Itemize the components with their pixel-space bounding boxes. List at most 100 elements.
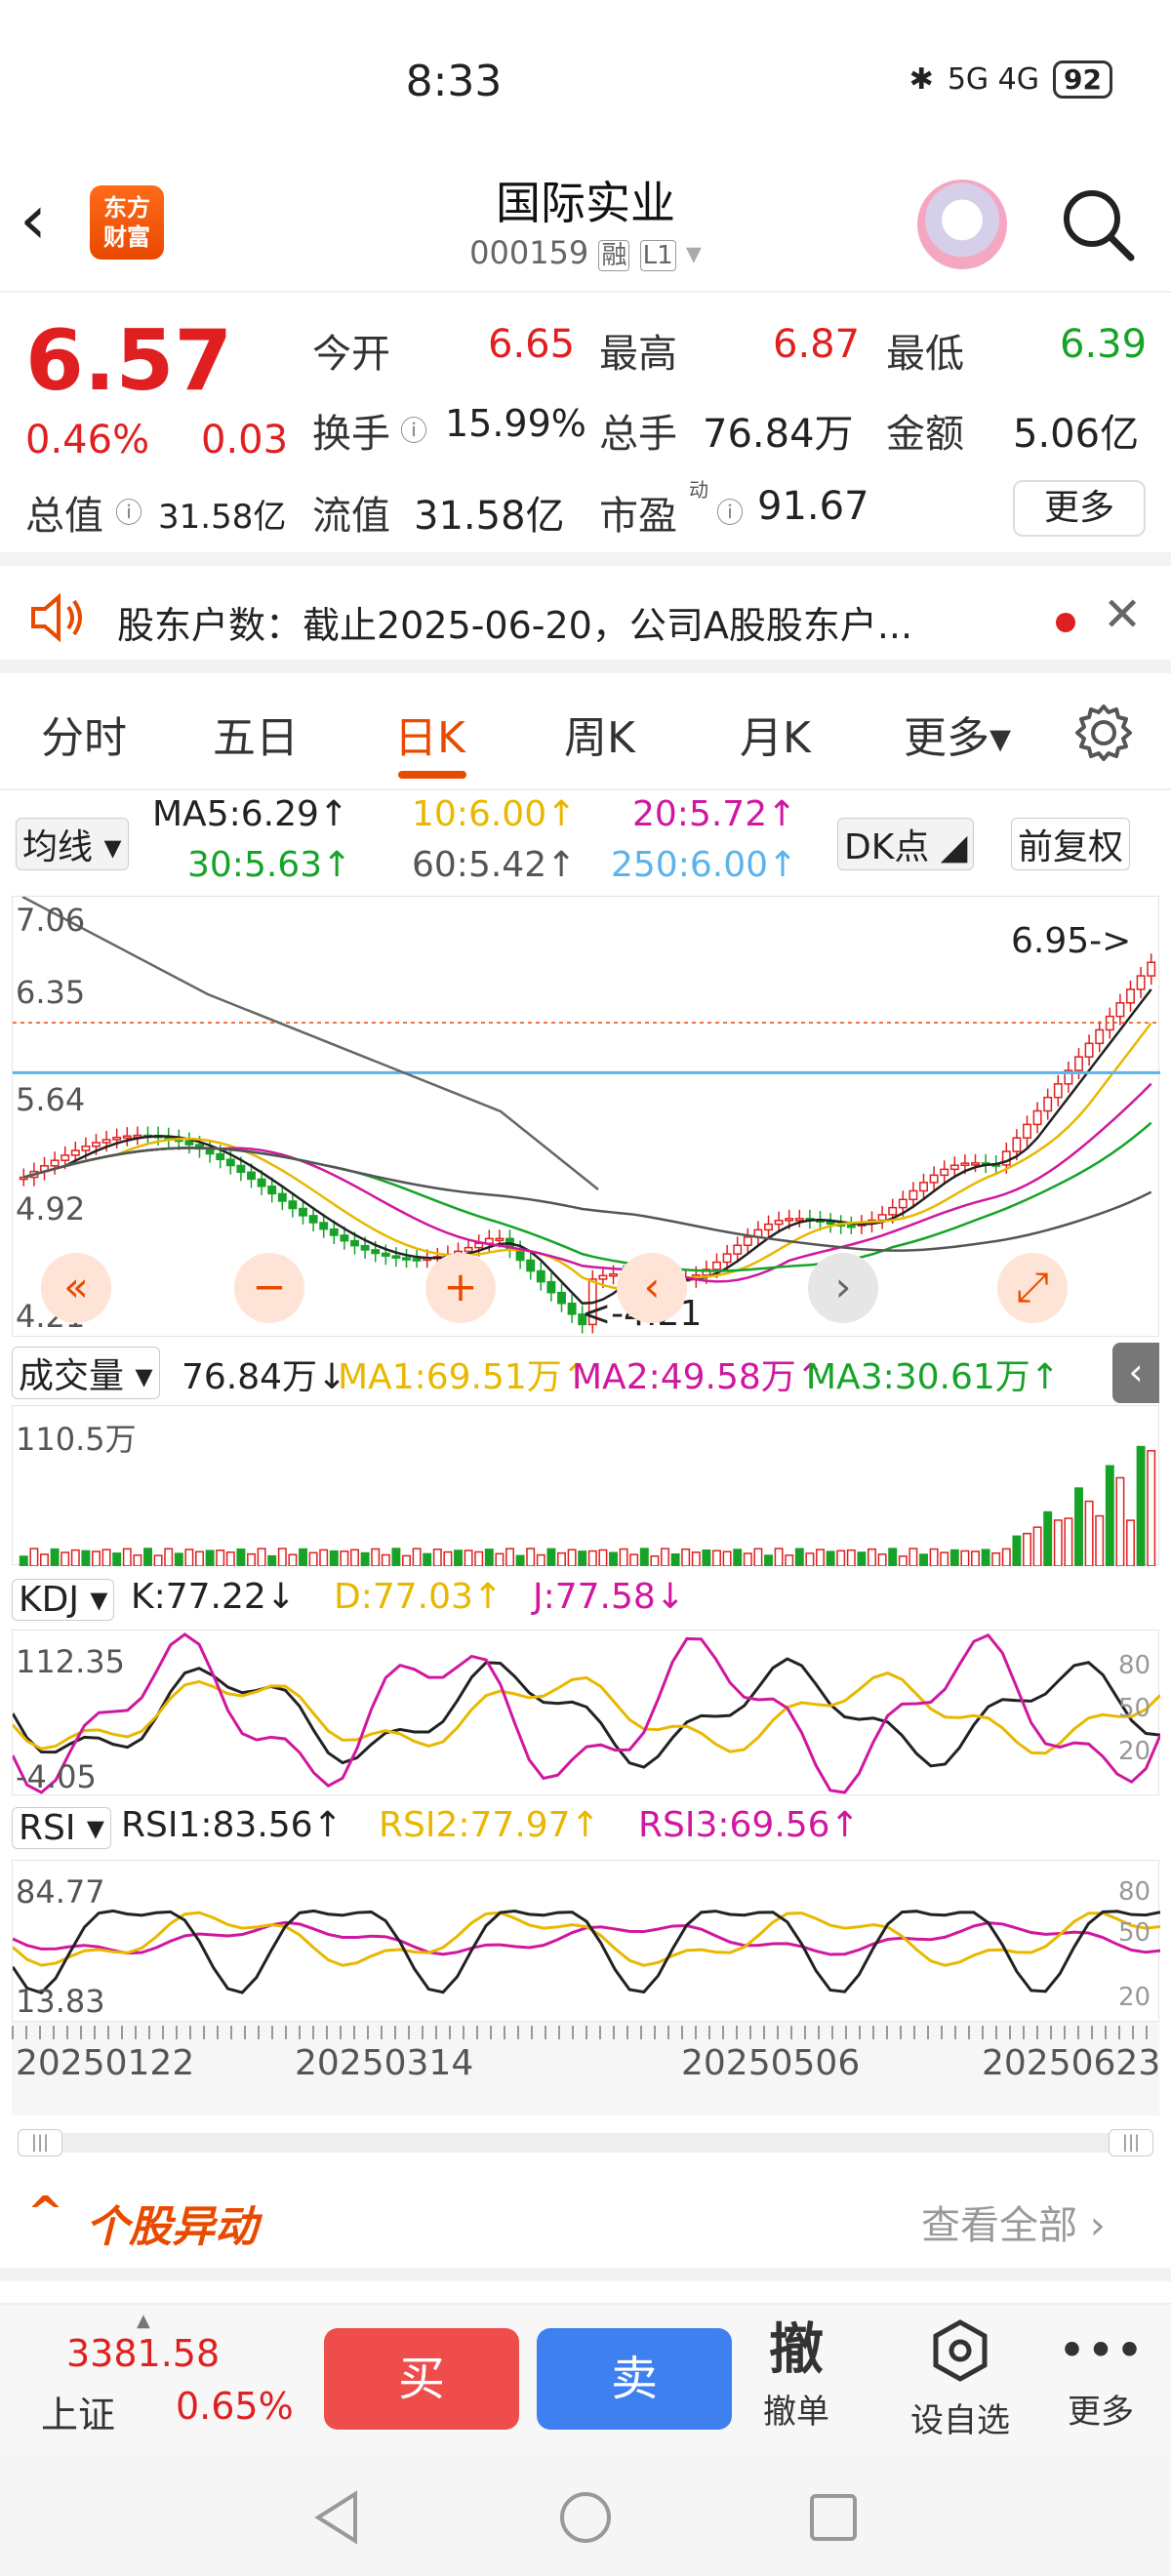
volume-bar bbox=[1032, 1526, 1042, 1567]
stock-movement-section[interactable]: ^ 个股异动 查看全部 › bbox=[0, 2164, 1171, 2281]
close-icon[interactable]: ✕ bbox=[1103, 587, 1142, 642]
ma-selector[interactable]: 均线 ▾ bbox=[16, 818, 129, 870]
zoom-out-button[interactable]: − bbox=[234, 1253, 304, 1323]
volume-bar bbox=[1001, 1548, 1011, 1567]
change-amount: 0.03 bbox=[201, 418, 289, 463]
volume-bar bbox=[50, 1548, 60, 1567]
chevron-up-icon: ^ bbox=[27, 2188, 63, 2237]
tab-daily-k[interactable]: 日K bbox=[394, 703, 465, 765]
candle-body bbox=[1126, 988, 1135, 1004]
candle-body bbox=[340, 1234, 349, 1242]
stock-code: 000159 bbox=[469, 234, 589, 271]
notice-bar[interactable]: 股东户数：截止2025-06-20，公司A股股东户... ✕ bbox=[0, 566, 1171, 673]
nav-back-icon[interactable] bbox=[308, 2488, 367, 2547]
date-label-1: 20250122 bbox=[16, 2043, 195, 2083]
candle-body bbox=[1043, 1096, 1053, 1112]
add-watchlist-button[interactable]: 设自选 bbox=[902, 2316, 1019, 2441]
candle-body bbox=[1136, 975, 1146, 990]
index-value[interactable]: 3381.58 bbox=[66, 2332, 220, 2375]
tab-intraday[interactable]: 分时 bbox=[41, 703, 127, 765]
volume-bar bbox=[981, 1549, 990, 1567]
dk-point-selector[interactable]: DK点 ◢ bbox=[837, 818, 975, 870]
volume-bar bbox=[733, 1549, 743, 1567]
kdj-50-label: 50 bbox=[1118, 1694, 1151, 1723]
scroll-right-button[interactable]: › bbox=[808, 1253, 878, 1323]
nav-recents-icon[interactable] bbox=[804, 2488, 863, 2547]
candle-body bbox=[743, 1236, 752, 1247]
volume-chart[interactable] bbox=[12, 1405, 1159, 1567]
tab-monthly-k[interactable]: 月K bbox=[740, 703, 811, 765]
buy-button[interactable]: 买 bbox=[324, 2328, 519, 2430]
volume-bar bbox=[1074, 1487, 1083, 1567]
mktcap-label: 总值 bbox=[25, 494, 103, 539]
view-all-link[interactable]: 查看全部 › bbox=[921, 2194, 1106, 2250]
volume-bar bbox=[578, 1550, 587, 1567]
speaker-icon bbox=[31, 593, 82, 642]
kdj-selector[interactable]: KDJ ▾ bbox=[12, 1579, 115, 1621]
ma-line bbox=[22, 1022, 1152, 1291]
sell-button[interactable]: 卖 bbox=[537, 2328, 732, 2430]
info-icon[interactable]: ⓘ bbox=[400, 410, 427, 449]
scrollbar-left-handle[interactable]: ||| bbox=[18, 2129, 62, 2156]
scroll-left-button[interactable]: ‹ bbox=[617, 1253, 687, 1323]
volume-bar bbox=[143, 1548, 152, 1567]
volume-bar bbox=[515, 1554, 525, 1567]
cancel-order-button[interactable]: 撤 撤单 bbox=[738, 2316, 855, 2433]
high-value: 6.87 bbox=[773, 322, 861, 367]
robot-assistant-icon[interactable] bbox=[917, 180, 1007, 269]
oscillator-line bbox=[11, 1632, 1162, 1794]
info-icon[interactable]: ⓘ bbox=[115, 492, 142, 531]
high-marker: 6.95-> bbox=[1011, 921, 1132, 961]
ma60-label: 60:5.42↑ bbox=[412, 845, 577, 885]
bottom-trade-bar: ▲ 3381.58 上证 0.65% 买 卖 撤 撤单 设自选 ••• 更多 bbox=[0, 2303, 1171, 2449]
last-price: 6.57 bbox=[25, 312, 233, 410]
volume-bar bbox=[340, 1550, 349, 1567]
scroll-left-fast-button[interactable]: « bbox=[41, 1253, 111, 1323]
tab-more[interactable]: 更多▾ bbox=[904, 703, 1011, 765]
candle-body bbox=[360, 1244, 370, 1251]
candle-body bbox=[898, 1198, 908, 1209]
chart-scrollbar[interactable]: ||| ||| bbox=[18, 2129, 1153, 2156]
more-menu-button[interactable]: ••• 更多 bbox=[1042, 2316, 1159, 2433]
volume-bar bbox=[598, 1549, 608, 1567]
volume-bar bbox=[319, 1549, 329, 1567]
search-icon[interactable] bbox=[1059, 185, 1137, 263]
volume-bar bbox=[81, 1550, 91, 1567]
candle-body bbox=[81, 1145, 91, 1151]
turnover-label: 换手 bbox=[312, 412, 390, 457]
candle-body bbox=[971, 1162, 980, 1166]
date-label-3: 20250506 bbox=[681, 2043, 861, 2083]
more-button[interactable]: 更多 bbox=[1013, 480, 1146, 537]
caret-down-icon: ▾ bbox=[685, 234, 702, 271]
float-value: 31.58亿 bbox=[414, 494, 565, 539]
rsi3-label: RSI3:69.56↑ bbox=[638, 1805, 860, 1845]
rsi-chart[interactable] bbox=[11, 1860, 1161, 2022]
volume-bar bbox=[1115, 1476, 1125, 1567]
volume-bar bbox=[61, 1551, 70, 1567]
rsi-plot bbox=[11, 1909, 1161, 1994]
volume-bar bbox=[19, 1555, 28, 1567]
zoom-in-button[interactable]: + bbox=[425, 1253, 496, 1323]
volume-bar bbox=[505, 1548, 514, 1567]
volume-bar bbox=[277, 1548, 287, 1567]
settings-gear-icon[interactable] bbox=[1073, 703, 1134, 763]
tab-weekly-k[interactable]: 周K bbox=[564, 703, 635, 765]
nav-home-icon[interactable] bbox=[556, 2488, 615, 2547]
adjust-selector[interactable]: 前复权 bbox=[1011, 818, 1131, 870]
volume-bar bbox=[225, 1551, 235, 1567]
collapse-panel-button[interactable]: ‹ bbox=[1112, 1343, 1159, 1403]
kline-chart[interactable] bbox=[12, 895, 1160, 1337]
fullscreen-icon[interactable]: ⤢ bbox=[997, 1253, 1068, 1323]
volume-bar bbox=[836, 1550, 846, 1567]
tab-five-day[interactable]: 五日 bbox=[213, 703, 299, 765]
amount-value: 5.06亿 bbox=[1013, 412, 1140, 457]
candle-body bbox=[308, 1215, 318, 1224]
volume-selector[interactable]: 成交量 ▾ bbox=[12, 1347, 160, 1399]
change-percent: 0.46% bbox=[25, 418, 150, 463]
unread-dot bbox=[1056, 613, 1075, 632]
scrollbar-right-handle[interactable]: ||| bbox=[1109, 2129, 1153, 2156]
info-icon[interactable]: ⓘ bbox=[716, 492, 744, 531]
rsi-selector[interactable]: RSI ▾ bbox=[12, 1807, 111, 1849]
volume-bar bbox=[164, 1548, 174, 1567]
kdj-chart[interactable] bbox=[11, 1630, 1162, 1795]
